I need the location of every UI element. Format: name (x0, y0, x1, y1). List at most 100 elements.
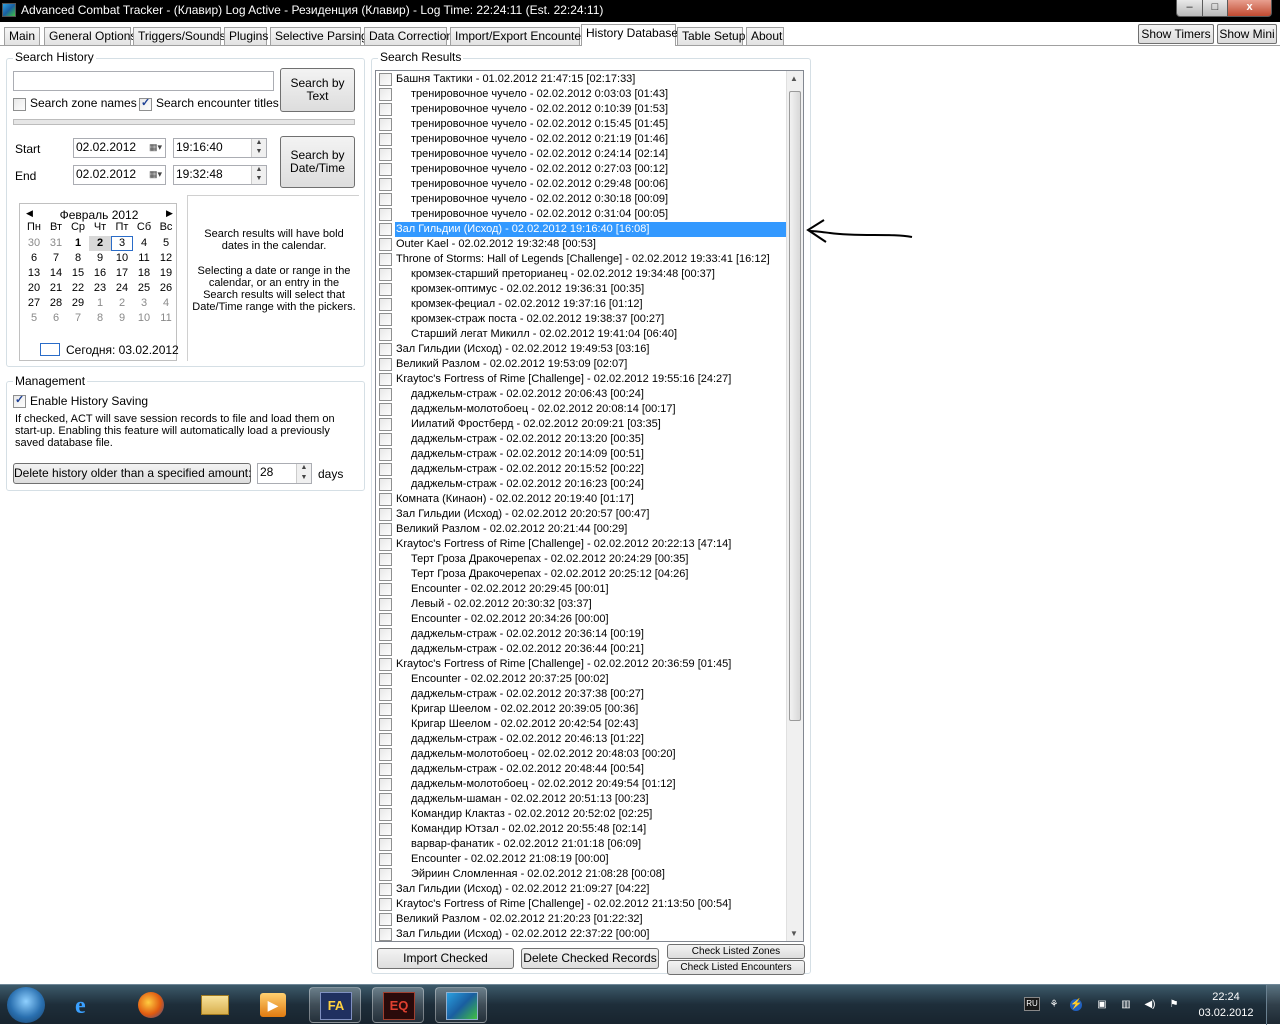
show-mini-button[interactable]: Show Mini (1217, 24, 1277, 44)
calendar-day[interactable]: 4 (133, 236, 155, 251)
check-listed-zones-button[interactable]: Check Listed Zones (667, 944, 805, 959)
clock-date[interactable]: 03.02.2012 (1194, 1007, 1258, 1019)
result-row[interactable]: Великий Разлом - 02.02.2012 20:21:44 [00… (376, 522, 787, 537)
result-checkbox[interactable] (379, 748, 392, 761)
result-row[interactable]: даджельм-страж - 02.02.2012 20:37:38 [00… (376, 687, 787, 702)
result-checkbox[interactable] (379, 358, 392, 371)
fallout-app-icon[interactable]: FA (309, 987, 361, 1023)
result-row[interactable]: кромзек-фециал - 02.02.2012 19:37:16 [01… (376, 297, 787, 312)
result-row[interactable]: Зал Гильдии (Исход) - 02.02.2012 19:16:4… (376, 222, 787, 237)
result-checkbox[interactable] (379, 343, 392, 356)
calendar-day[interactable]: 16 (89, 266, 111, 281)
calendar-day[interactable]: 31 (45, 236, 67, 251)
search-results-list[interactable]: Башня Тактики - 01.02.2012 21:47:15 [02:… (375, 70, 804, 942)
result-checkbox[interactable] (379, 433, 392, 446)
result-row[interactable]: Kraytoc's Fortress of Rime [Challenge] -… (376, 372, 787, 387)
firefox-icon[interactable] (125, 987, 177, 1023)
result-row[interactable]: кромзек-страж поста - 02.02.2012 19:38:3… (376, 312, 787, 327)
calendar-day[interactable]: 8 (67, 251, 89, 266)
result-row[interactable]: даджельм-страж - 02.02.2012 20:36:14 [00… (376, 627, 787, 642)
result-checkbox[interactable] (379, 613, 392, 626)
result-row[interactable]: тренировочное чучело - 02.02.2012 0:21:1… (376, 132, 787, 147)
result-checkbox[interactable] (379, 253, 392, 266)
calendar-day[interactable]: 3 (111, 236, 133, 251)
result-row[interactable]: кромзек-оптимус - 02.02.2012 19:36:31 [0… (376, 282, 787, 297)
result-row[interactable]: Зал Гильдии (Исход) - 02.02.2012 22:37:2… (376, 927, 787, 941)
result-row[interactable]: Великий Разлом - 02.02.2012 19:53:09 [02… (376, 357, 787, 372)
tab-history-database[interactable]: History Database (581, 24, 678, 46)
calendar-day[interactable]: 2 (111, 296, 133, 311)
result-row[interactable]: Комната (Кинаон) - 02.02.2012 20:19:40 [… (376, 492, 787, 507)
clock-time[interactable]: 22:24 (1198, 991, 1254, 1003)
calendar-day[interactable]: 7 (67, 311, 89, 326)
result-checkbox[interactable] (379, 313, 392, 326)
result-row[interactable]: даджельм-страж - 02.02.2012 20:14:09 [00… (376, 447, 787, 462)
delete-checked-records-button[interactable]: Delete Checked Records (521, 948, 659, 969)
result-checkbox[interactable] (379, 88, 392, 101)
result-checkbox[interactable] (379, 628, 392, 641)
windows-start-icon[interactable] (7, 987, 45, 1023)
tray-network-app-icon[interactable]: ⚘ (1048, 999, 1060, 1011)
calendar-day[interactable]: 13 (23, 266, 45, 281)
calendar-today-label[interactable]: Сегодня: 03.02.2012 (66, 343, 179, 357)
calendar-day[interactable]: 20 (23, 281, 45, 296)
result-checkbox[interactable] (379, 178, 392, 191)
calendar-day[interactable]: 9 (89, 251, 111, 266)
search-zone-names-checkbox[interactable] (13, 98, 26, 111)
result-row[interactable]: Зал Гильдии (Исход) - 02.02.2012 19:49:5… (376, 342, 787, 357)
result-checkbox[interactable] (379, 463, 392, 476)
calendar-day[interactable]: 11 (155, 311, 177, 326)
calendar-day[interactable]: 14 (45, 266, 67, 281)
scroll-down-arrow-icon[interactable]: ▼ (790, 929, 798, 938)
minimize-button[interactable]: – (1176, 0, 1203, 17)
result-row[interactable]: Кригар Шеелом - 02.02.2012 20:39:05 [00:… (376, 702, 787, 717)
show-timers-button[interactable]: Show Timers (1138, 24, 1214, 44)
result-checkbox[interactable] (379, 928, 392, 941)
result-row[interactable]: Эйриин Сломленная - 02.02.2012 21:08:28 … (376, 867, 787, 882)
result-row[interactable]: Зал Гильдии (Исход) - 02.02.2012 20:20:5… (376, 507, 787, 522)
tab-general-options[interactable]: General Options (44, 27, 136, 45)
result-row[interactable]: даджельм-молотобоец - 02.02.2012 20:48:0… (376, 747, 787, 762)
scroll-thumb[interactable] (789, 91, 801, 721)
result-checkbox[interactable] (379, 793, 392, 806)
result-row[interactable]: Kraytoc's Fortress of Rime [Challenge] -… (376, 897, 787, 912)
result-checkbox[interactable] (379, 118, 392, 131)
import-checked-button[interactable]: Import Checked (377, 948, 514, 969)
windows-explorer-icon[interactable] (189, 987, 241, 1023)
search-encounter-titles-checkbox[interactable] (139, 96, 152, 111)
end-time-spinner[interactable]: ▲ ▼ (251, 166, 266, 184)
result-row[interactable]: Левый - 02.02.2012 20:30:32 [03:37] (376, 597, 787, 612)
calendar-day[interactable]: 7 (45, 251, 67, 266)
calendar-day[interactable]: 4 (155, 296, 177, 311)
search-by-datetime-button[interactable]: Search by Date/Time (280, 136, 355, 188)
result-checkbox[interactable] (379, 718, 392, 731)
calendar-day[interactable]: 10 (111, 251, 133, 266)
calendar-day[interactable]: 5 (155, 236, 177, 251)
result-checkbox[interactable] (379, 388, 392, 401)
calendar-dropdown-icon[interactable]: ▦▾ (149, 139, 162, 155)
result-row[interactable]: Командир Клактаз - 02.02.2012 20:52:02 [… (376, 807, 787, 822)
calendar-day[interactable]: 25 (133, 281, 155, 296)
result-row[interactable]: даджельм-молотобоец - 02.02.2012 20:49:5… (376, 777, 787, 792)
check-listed-encounters-button[interactable]: Check Listed Encounters (667, 960, 805, 975)
calendar-day[interactable]: 10 (133, 311, 155, 326)
result-checkbox[interactable] (379, 403, 392, 416)
tray-network-icon[interactable]: ▥ (1120, 999, 1132, 1011)
calendar-day[interactable]: 5 (23, 311, 45, 326)
result-checkbox[interactable] (379, 283, 392, 296)
volume-icon[interactable]: ◀) (1144, 999, 1156, 1011)
result-checkbox[interactable] (379, 553, 392, 566)
action-center-flag-icon[interactable]: ⚑ (1168, 999, 1180, 1011)
result-checkbox[interactable] (379, 478, 392, 491)
result-checkbox[interactable] (379, 808, 392, 821)
language-indicator[interactable]: RU (1024, 997, 1040, 1011)
result-checkbox[interactable] (379, 868, 392, 881)
result-checkbox[interactable] (379, 898, 392, 911)
result-row[interactable]: даджельм-молотобоец - 02.02.2012 20:08:1… (376, 402, 787, 417)
result-checkbox[interactable] (379, 268, 392, 281)
result-row[interactable]: даджельм-страж - 02.02.2012 20:15:52 [00… (376, 462, 787, 477)
calendar-day[interactable]: 24 (111, 281, 133, 296)
tab-data-correction[interactable]: Data Correction (364, 27, 453, 45)
act-app-icon[interactable] (435, 987, 487, 1023)
tab-selective-parsing[interactable]: Selective Parsing (270, 27, 368, 45)
